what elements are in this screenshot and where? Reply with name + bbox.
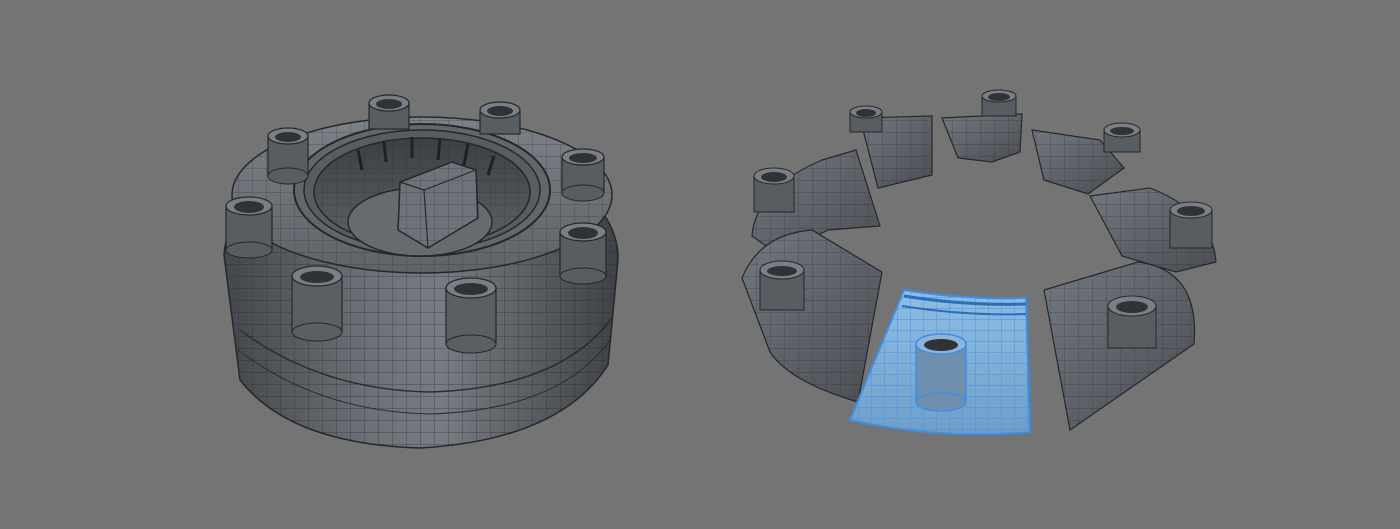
boss-4 <box>561 148 605 202</box>
segment-front-left <box>741 229 883 403</box>
assembled-ring-model[interactable] <box>223 94 619 449</box>
boss-1 <box>267 127 309 185</box>
segment-front-right <box>1043 261 1196 432</box>
boss-6 <box>559 222 607 285</box>
segment-back <box>941 89 1023 163</box>
boss-2 <box>368 94 410 130</box>
selected-segment-front[interactable] <box>848 288 1032 436</box>
boss-7 <box>291 265 343 342</box>
boss-8 <box>445 277 497 354</box>
boss-3 <box>479 101 521 135</box>
exploded-ring-model[interactable] <box>741 89 1217 436</box>
segment-back-right <box>1031 122 1141 195</box>
viewport-canvas[interactable] <box>0 0 1400 529</box>
boss-5 <box>225 196 273 259</box>
segment-right <box>1089 187 1217 273</box>
3d-viewport[interactable] <box>0 0 1400 529</box>
